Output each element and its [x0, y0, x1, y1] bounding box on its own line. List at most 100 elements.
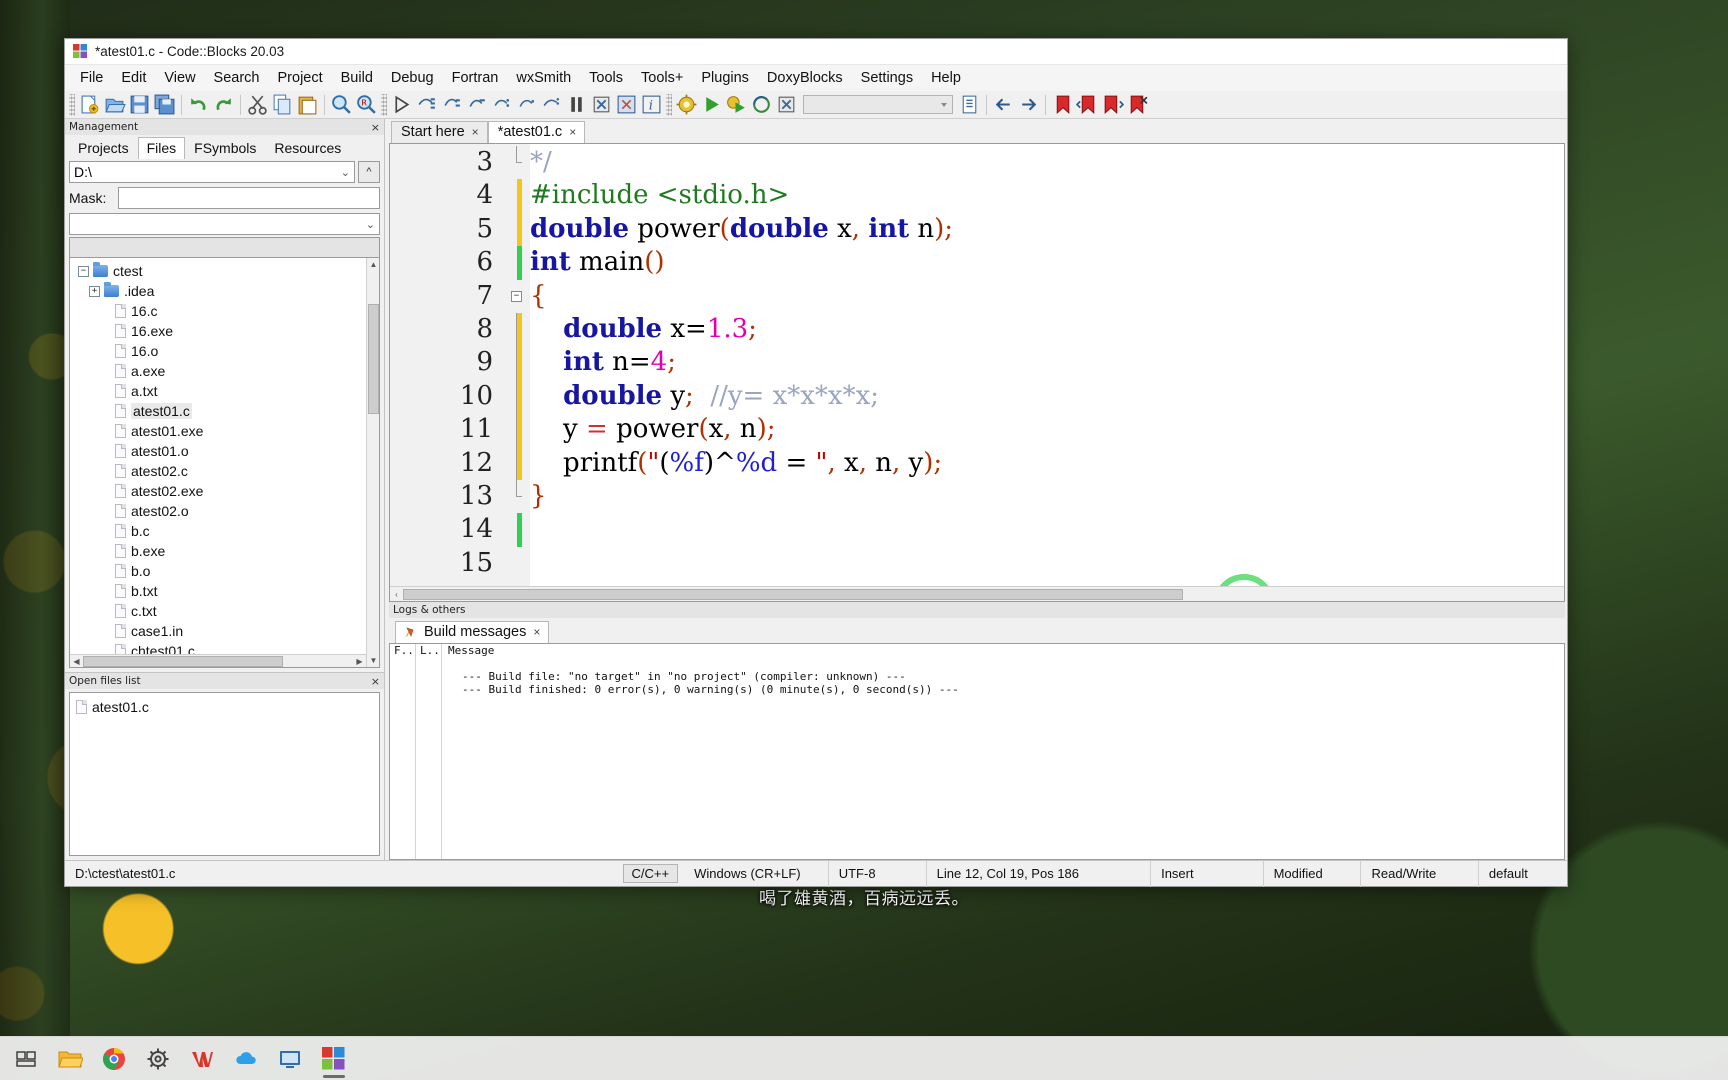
menu-tools-plus[interactable]: Tools+ [632, 67, 692, 89]
fold-marker[interactable] [500, 513, 530, 547]
menu-settings[interactable]: Settings [852, 67, 922, 89]
stop-debugger-icon[interactable] [590, 93, 613, 116]
fold-marker[interactable]: − [500, 280, 530, 313]
menu-build[interactable]: Build [332, 67, 382, 89]
fold-marker[interactable] [500, 413, 530, 447]
code-text-area[interactable]: */#include <stdio.h> double power(double … [530, 144, 1564, 586]
tab-atest01-c[interactable]: *atest01.c × [487, 121, 586, 143]
replace-icon[interactable]: R [355, 93, 378, 116]
build-and-run-icon[interactable] [725, 93, 748, 116]
abort-icon[interactable] [775, 93, 798, 116]
path-combo[interactable]: D:\ ⌄ [69, 161, 355, 183]
tree-item[interactable]: atest01.exe [78, 421, 366, 441]
fold-marker[interactable] [500, 379, 530, 414]
scroll-down-arrow[interactable]: ▼ [367, 654, 379, 667]
file-explorer-icon[interactable] [50, 1039, 90, 1079]
file-tree-vscroll-thumb[interactable] [368, 304, 379, 414]
run-icon[interactable] [700, 93, 723, 116]
chevron-down-icon[interactable]: ⌄ [366, 218, 375, 231]
toolbar-grip[interactable] [69, 93, 75, 116]
tree-item[interactable]: a.txt [78, 381, 366, 401]
fold-margin[interactable]: − [500, 144, 530, 586]
scroll-left-arrow[interactable]: ◀ [70, 654, 83, 667]
fold-marker[interactable] [500, 146, 530, 179]
code-line[interactable]: double x=1.3; [530, 313, 1564, 346]
copy-icon[interactable] [271, 93, 294, 116]
tab-start-here[interactable]: Start here × [391, 121, 488, 143]
code-line[interactable] [530, 513, 1564, 546]
tree-item[interactable]: atest02.o [78, 501, 366, 521]
fold-box-icon[interactable]: − [511, 290, 522, 302]
undo-icon[interactable] [187, 93, 210, 116]
toolbar-grip[interactable] [381, 93, 387, 116]
toggle-bookmark-icon[interactable] [1051, 93, 1074, 116]
file-tree-hscroll-thumb[interactable] [83, 655, 283, 667]
step-into-instruction-icon[interactable] [515, 93, 538, 116]
save-icon[interactable] [128, 93, 151, 116]
code-line[interactable]: */ [530, 146, 1564, 179]
menu-tools[interactable]: Tools [580, 67, 632, 89]
tab-projects[interactable]: Projects [69, 137, 138, 159]
tree-item[interactable]: atest01.c [78, 401, 366, 421]
tree-item[interactable]: − ctest [78, 261, 366, 281]
build-target-combo[interactable] [803, 95, 953, 114]
previous-bookmark-icon[interactable] [1075, 93, 1099, 116]
menu-plugins[interactable]: Plugins [692, 67, 758, 89]
fold-marker[interactable] [500, 246, 530, 280]
open-files-close-icon[interactable]: × [371, 675, 380, 688]
step-out-icon[interactable] [465, 93, 488, 116]
tab-build-messages-close-icon[interactable]: × [533, 625, 540, 639]
toolbar-grip[interactable] [666, 93, 672, 116]
clear-bookmarks-icon[interactable] [1126, 93, 1149, 116]
scroll-up-arrow[interactable]: ▲ [367, 258, 379, 271]
tree-item[interactable]: b.txt [78, 581, 366, 601]
debugging-windows-icon[interactable] [615, 93, 638, 116]
open-file-item[interactable]: atest01.c [76, 697, 379, 717]
debug-continue-icon[interactable] [390, 93, 413, 116]
tree-item[interactable]: c.txt [78, 601, 366, 621]
code-line[interactable]: int main() [530, 246, 1564, 279]
fold-marker[interactable] [500, 179, 530, 213]
wps-office-icon[interactable] [182, 1039, 222, 1079]
chevron-down-icon[interactable]: ⌄ [341, 166, 350, 179]
remote-desktop-icon[interactable] [270, 1039, 310, 1079]
tree-item[interactable]: atest02.c [78, 461, 366, 481]
tree-item[interactable]: a.exe [78, 361, 366, 381]
menu-help[interactable]: Help [922, 67, 970, 89]
file-tree[interactable]: − ctest + .idea 16.c 16.exe 16.o a.exe a.txt ates… [70, 258, 366, 667]
logs-row-message[interactable]: --- Build file: "no target" in "no proje… [448, 670, 1564, 683]
find-icon[interactable] [330, 93, 353, 116]
tree-item[interactable]: b.exe [78, 541, 366, 561]
code-line[interactable]: printf("(%f)^%d = ", x, n, y); [530, 447, 1564, 480]
tree-item[interactable]: atest01.o [78, 441, 366, 461]
task-view-icon[interactable] [6, 1039, 46, 1079]
fold-marker[interactable] [500, 479, 530, 513]
code-line[interactable]: double y; //y= x*x*x*x; [530, 380, 1564, 413]
menu-view[interactable]: View [155, 67, 204, 89]
secondary-combo[interactable]: ⌄ [69, 213, 380, 235]
tab-fsymbols[interactable]: FSymbols [185, 137, 265, 159]
tab-start-here-close-icon[interactable]: × [472, 125, 479, 139]
tree-item[interactable]: 16.o [78, 341, 366, 361]
scroll-left-arrow[interactable]: ‹ [390, 587, 403, 601]
menu-wxsmith[interactable]: wxSmith [507, 67, 580, 89]
parent-folder-button[interactable]: ^ [358, 161, 380, 183]
code-line[interactable]: #include <stdio.h> [530, 179, 1564, 212]
various-info-icon[interactable]: i [640, 93, 663, 116]
tree-item[interactable]: case1.in [78, 621, 366, 641]
editor-hscrollbar[interactable]: ‹ [390, 586, 1564, 601]
tab-files[interactable]: Files [137, 137, 186, 159]
rebuild-icon[interactable] [750, 93, 773, 116]
file-tree-vscrollbar[interactable]: ▲ ▼ [366, 258, 379, 667]
editor-hscroll-thumb[interactable] [403, 588, 1183, 600]
build-icon[interactable] [675, 93, 698, 116]
menu-doxyblocks[interactable]: DoxyBlocks [758, 67, 852, 89]
redo-icon[interactable] [212, 93, 235, 116]
select-target-icon[interactable] [958, 93, 981, 116]
new-file-icon[interactable] [78, 93, 101, 116]
fold-marker[interactable] [500, 212, 530, 247]
open-files-list[interactable]: atest01.c [69, 692, 380, 856]
logs-row-message[interactable]: --- Build finished: 0 error(s), 0 warnin… [448, 683, 1564, 696]
paste-icon[interactable] [296, 93, 319, 116]
step-into-icon[interactable] [440, 93, 463, 116]
